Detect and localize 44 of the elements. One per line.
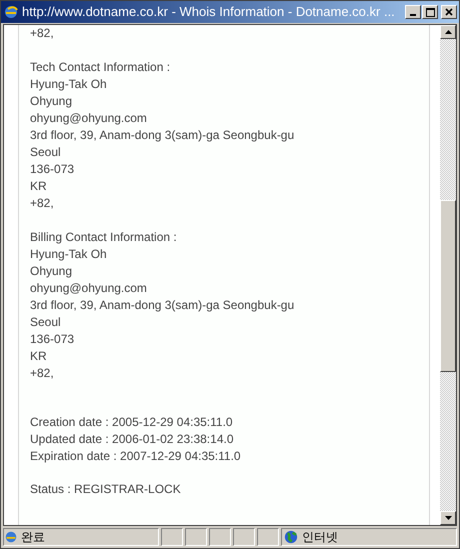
info-line: Ohyung [30, 263, 74, 280]
down-arrow-icon [444, 516, 452, 520]
status-pane [233, 528, 255, 546]
info-line: Expiration date : 2007-12-29 04:35:11.0 [30, 448, 242, 465]
info-line: 3rd floor, 39, Anam-dong 3(sam)-ga Seongbuk-gu [30, 297, 296, 314]
info-line: Hyung-Tak Oh [30, 76, 108, 93]
info-line: KR [30, 348, 48, 365]
up-arrow-icon [444, 30, 452, 34]
info-line: KR [30, 178, 48, 195]
close-icon [445, 8, 453, 16]
info-line: Seoul [30, 144, 62, 161]
status-pane [209, 528, 231, 546]
info-line: +82, [30, 195, 55, 212]
info-line: +82, [30, 25, 55, 42]
info-line: Updated date : 2006-01-02 23:38:14.0 [30, 431, 234, 448]
info-line: 3rd floor, 39, Anam-dong 3(sam)-ga Seongbuk-gu [30, 127, 296, 144]
scroll-up-button[interactable] [440, 25, 456, 39]
scroll-thumb[interactable] [440, 200, 456, 372]
maximize-button[interactable] [422, 5, 438, 19]
info-line: Creation date : 2005-12-29 04:35:11.0 [30, 414, 234, 431]
status-pane [185, 528, 207, 546]
window-title: http://www.dotname.co.kr - Whois Information - Dotname.co.kr ... [22, 3, 396, 22]
minimize-button[interactable] [405, 5, 421, 19]
globe-icon [284, 530, 298, 544]
info-line: Billing Contact Information : [30, 229, 178, 246]
info-line: 136-073 [30, 161, 76, 178]
info-line: ohyung@ohyung.com [30, 110, 148, 127]
info-line: Hyung-Tak Oh [30, 246, 108, 263]
info-line: Status : REGISTRAR-LOCK [30, 481, 182, 498]
page-icon [4, 530, 18, 544]
close-button[interactable] [441, 5, 457, 19]
info-line: +82, [30, 365, 55, 382]
status-pane [161, 528, 183, 546]
info-line: 136-073 [30, 331, 76, 348]
info-line: Seoul [30, 314, 62, 331]
status-pane [257, 528, 279, 546]
maximize-icon [426, 8, 434, 16]
info-line: Ohyung [30, 93, 74, 110]
info-line: ohyung@ohyung.com [30, 280, 148, 297]
status-text: 완료 [21, 529, 45, 546]
info-line: Tech Contact Information : [30, 59, 172, 76]
browser-icon [3, 4, 19, 20]
zone-text: 인터넷 [302, 529, 338, 546]
scroll-down-button[interactable] [440, 511, 456, 525]
